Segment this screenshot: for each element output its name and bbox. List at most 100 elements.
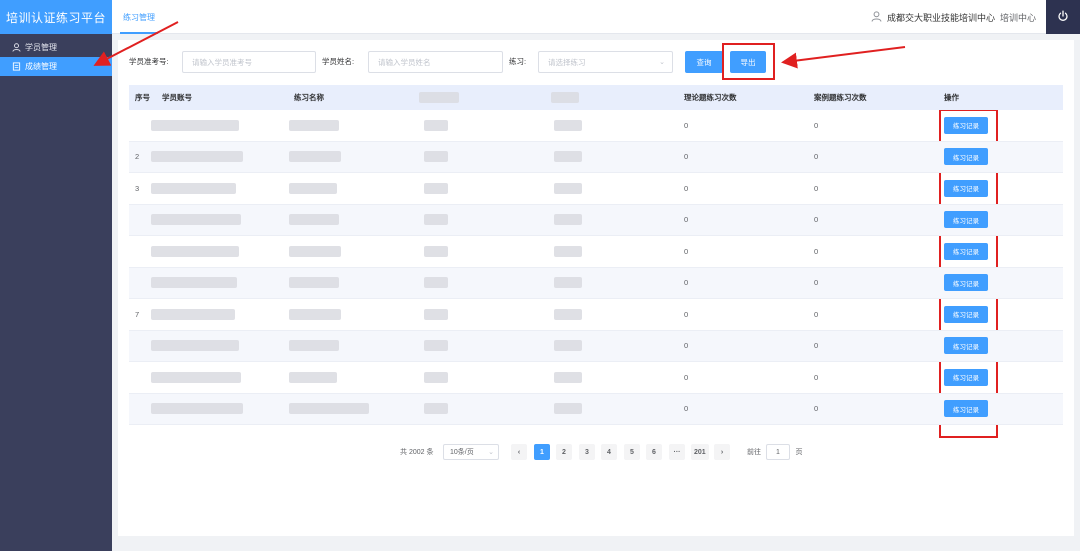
page-6[interactable]: 6 [646,444,662,460]
col-index: 序号 [135,93,150,102]
case-count: 0 [814,309,819,319]
page-5[interactable]: 5 [624,444,640,460]
power-icon [1057,10,1069,24]
table-row: 2 0 0 练习记录 [129,141,1063,173]
redacted-account [151,403,243,415]
redacted-cell [424,182,448,194]
next-page-button[interactable]: › [714,444,730,460]
page-4[interactable]: 4 [601,444,617,460]
practice-record-button[interactable]: 练习记录 [944,242,988,260]
case-count: 0 [814,152,819,162]
redacted-cell [424,308,448,320]
redacted-account [151,340,239,352]
practice-record-button[interactable]: 练习记录 [944,148,988,166]
col-actions: 操作 [944,93,959,102]
page-2[interactable]: 2 [556,444,572,460]
pagination: 共 2002 条 10条/页 ⌄ ‹ 1 2 3 4 5 6 ··· 201 ›… [118,444,1074,460]
practice-placeholder: 请选择练习 [548,57,586,67]
redacted-cell [424,151,448,163]
sidebar-item-student-management[interactable]: 学员管理 [0,38,112,57]
redacted-account [151,119,239,131]
sidebar: 培训认证练习平台 学员管理 成绩管理 [0,0,112,551]
student-name-input[interactable]: 请输入学员姓名 [368,51,503,73]
redacted-cell [424,277,448,289]
table-row: 0 0 练习记录 [129,110,1063,142]
organization-name: 成都交大职业技能培训中心 [886,12,995,23]
redacted-cell [554,371,582,383]
redacted-account [151,277,237,289]
page-3[interactable]: 3 [579,444,595,460]
goto-page-input[interactable]: 1 [766,444,790,460]
theory-count: 0 [684,152,689,162]
practice-table: 序号 学员账号 练习名称 理论题练习次数 案例题练习次数 操作 0 0 练习记录 2 0… [129,85,1063,425]
prev-page-button[interactable]: ‹ [511,444,527,460]
practice-record-button[interactable]: 练习记录 [944,211,988,229]
sidebar-item-label: 学员管理 [25,43,57,52]
redacted-cell [424,371,448,383]
sidebar-item-label: 成绩管理 [25,62,57,71]
row-index: 2 [135,152,140,162]
page-last[interactable]: 201 [691,444,709,460]
filter-toolbar: 学员准考号: 请输入学员准考号 学员姓名: 请输入学员姓名 练习: 请选择练习 … [118,51,1074,73]
sidebar-item-score-management[interactable]: 成绩管理 [0,57,112,76]
table-row: 0 0 练习记录 [129,267,1063,299]
redacted-account [151,214,241,226]
col-theory-count: 理论题练习次数 [684,93,737,102]
exam-no-input[interactable]: 请输入学员准考号 [182,51,316,73]
redacted-account [151,245,239,257]
theory-count: 0 [684,309,689,319]
export-highlight-box [722,43,775,80]
user-info[interactable]: 成都交大职业技能培训中心 培训中心 [871,0,1036,34]
case-count: 0 [814,404,819,414]
redacted-cell [554,277,582,289]
redacted-cell [554,119,582,131]
col-redacted-2 [551,92,579,103]
redacted-cell [554,182,582,194]
chevron-left-icon: ‹ [517,448,521,456]
practice-record-button[interactable]: 练习记录 [944,305,988,323]
theory-count: 0 [684,372,689,382]
user-icon [11,43,21,53]
tab-practice-management[interactable]: 练习管理 [120,0,158,34]
practice-record-button[interactable]: 练习记录 [944,400,988,418]
practice-record-button[interactable]: 练习记录 [944,179,988,197]
redacted-account [151,371,241,383]
case-count: 0 [814,183,819,193]
page-size-select[interactable]: 10条/页 ⌄ [443,444,499,460]
redacted-practice-name [289,182,337,194]
col-account: 学员账号 [162,93,192,102]
redacted-cell [554,245,582,257]
redacted-account [151,308,235,320]
page-1[interactable]: 1 [534,444,550,460]
practice-select[interactable]: 请选择练习 ⌄ [538,51,673,73]
table-row: 0 0 练习记录 [129,236,1063,268]
practice-record-button[interactable]: 练习记录 [944,368,988,386]
redacted-cell [554,151,582,163]
theory-count: 0 [684,183,689,193]
query-button[interactable]: 查询 [685,51,723,73]
practice-record-button[interactable]: 练习记录 [944,274,988,292]
logout-button[interactable] [1046,0,1080,34]
table-row: 0 0 练习记录 [129,330,1063,362]
page-size-value: 10条/页 [450,449,474,456]
theory-count: 0 [684,120,689,130]
col-redacted-1 [419,92,459,103]
redacted-account [151,182,236,194]
case-count: 0 [814,215,819,225]
redacted-practice-name [289,245,341,257]
practice-record-button[interactable]: 练习记录 [944,116,988,134]
chevron-down-icon: ⌄ [488,449,494,456]
practice-label: 练习: [509,57,527,66]
col-case-count: 案例题练习次数 [814,93,867,102]
page-ellipsis[interactable]: ··· [669,444,685,460]
redacted-account [151,151,243,163]
redacted-cell [424,403,448,415]
app-title: 培训认证练习平台 [0,0,112,34]
redacted-cell [424,119,448,131]
row-index: 3 [135,183,140,193]
col-practice-name: 练习名称 [294,93,324,102]
redacted-cell [554,214,582,226]
top-header: 练习管理 成都交大职业技能培训中心 培训中心 [112,0,1080,34]
practice-record-button[interactable]: 练习记录 [944,337,988,355]
redacted-practice-name [289,340,339,352]
